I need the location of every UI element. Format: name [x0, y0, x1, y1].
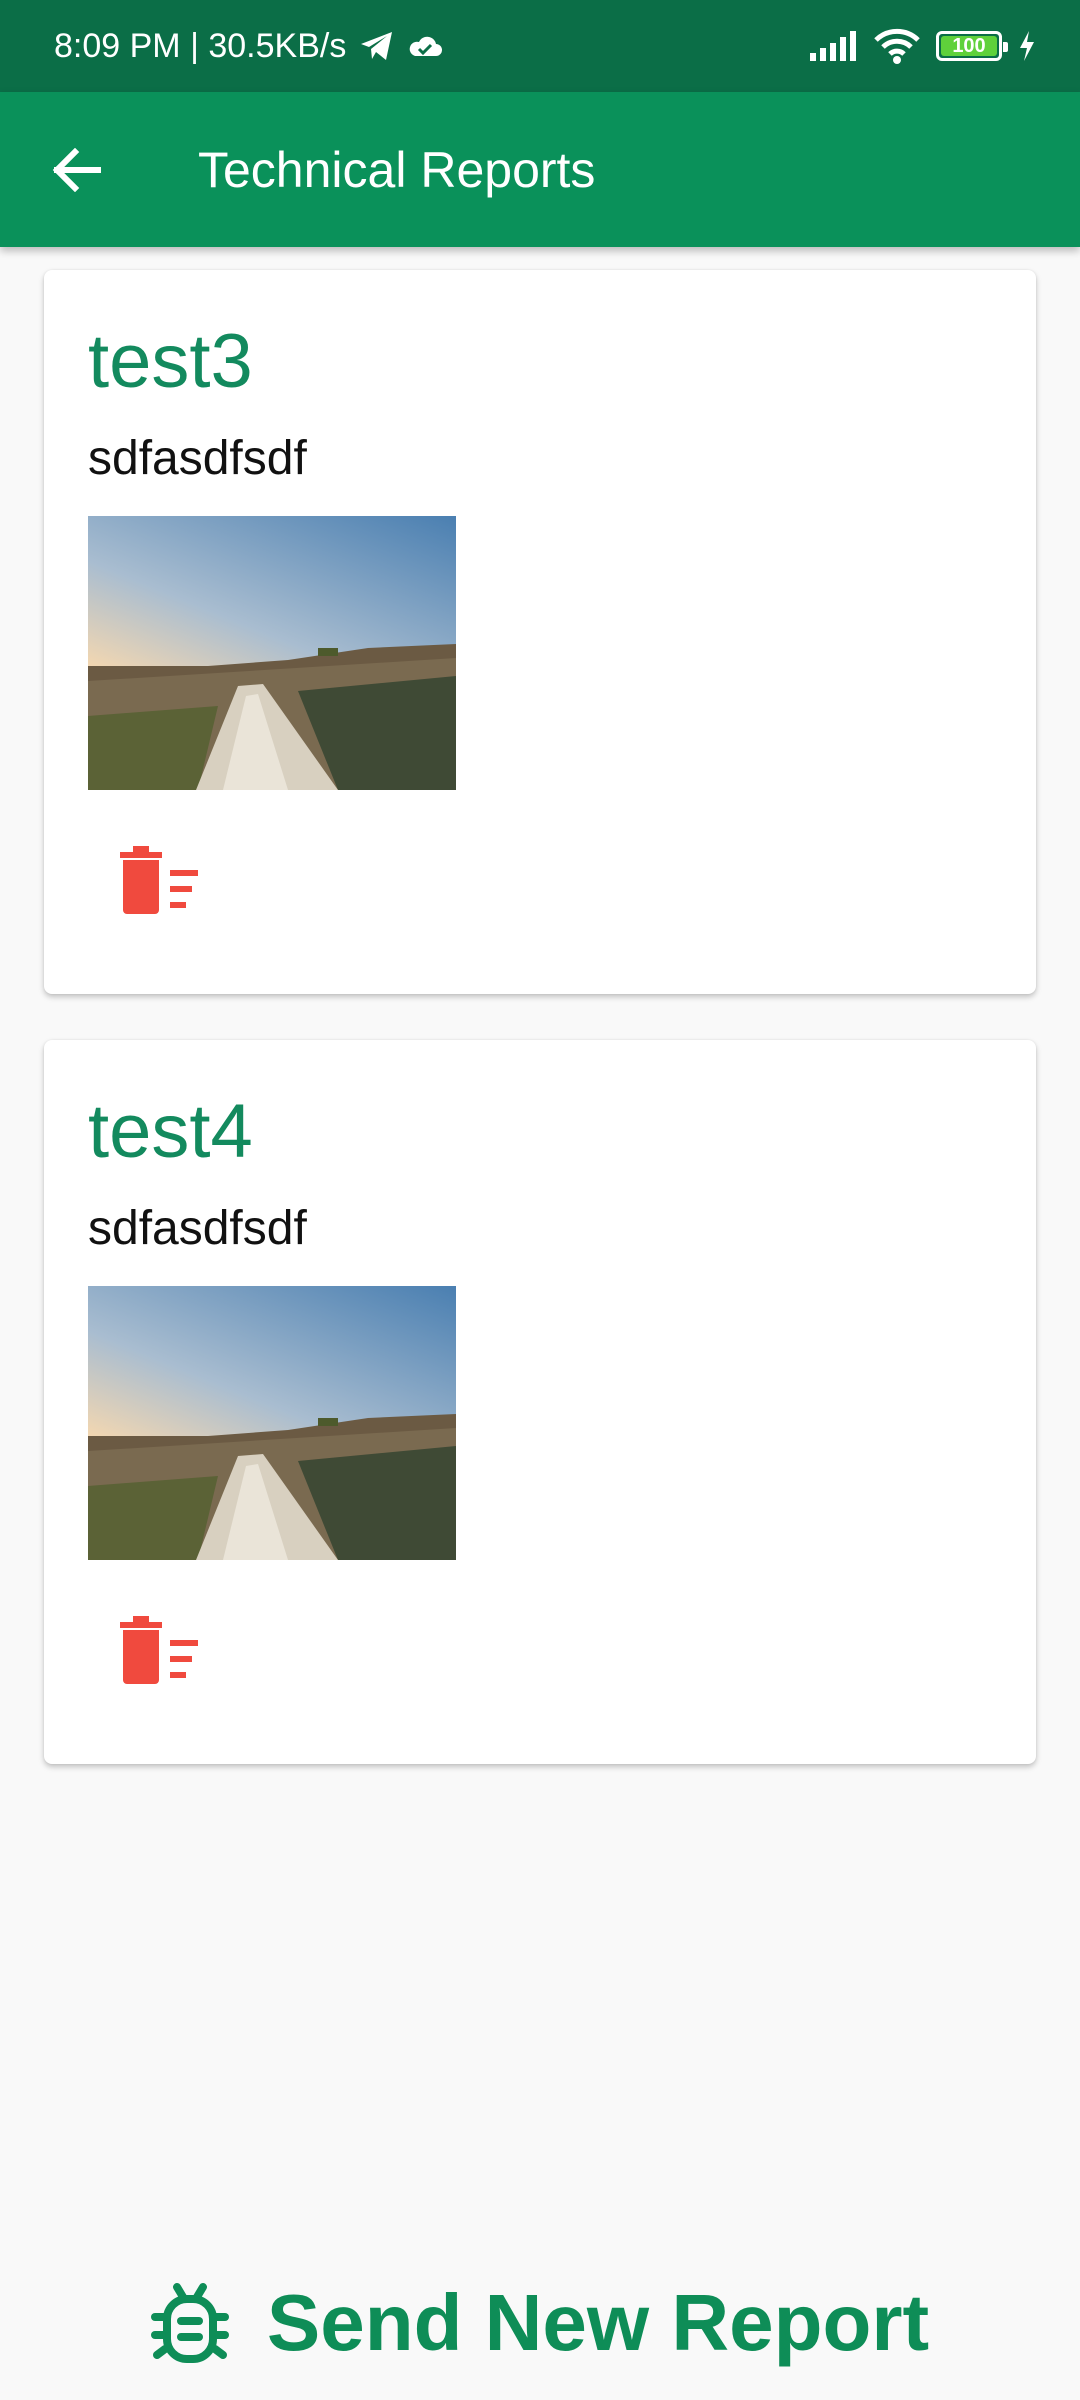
telegram-icon: [361, 32, 393, 60]
report-card[interactable]: test3 sdfasdfsdf: [44, 270, 1036, 994]
status-time-speed: 8:09 PM | 30.5KB/s: [54, 26, 347, 65]
app-bar: Technical Reports: [0, 92, 1080, 247]
report-description: sdfasdfsdf: [88, 432, 307, 485]
signal-icon: [810, 31, 856, 61]
battery-icon: 100: [936, 31, 1008, 61]
arrow-back-icon: [52, 147, 101, 192]
report-image[interactable]: [88, 1286, 456, 1560]
page-title: Technical Reports: [198, 141, 596, 198]
status-bar: 8:09 PM | 30.5KB/s 100: [0, 0, 1080, 92]
send-new-report-label: Send New Report: [266, 2278, 930, 2367]
cloud-icon: [410, 36, 443, 56]
report-description: sdfasdfsdf: [88, 1202, 307, 1255]
charging-icon: [1020, 31, 1034, 61]
report-title: test3: [88, 319, 253, 404]
report-card[interactable]: test4 sdfasdfsdf: [44, 1040, 1036, 1764]
report-title: test4: [88, 1089, 253, 1174]
wifi-icon: [874, 28, 920, 64]
report-image[interactable]: [88, 516, 456, 790]
reports-list: test3 sdfasdfsdf test4 sdfasdfsdf: [44, 270, 1036, 1810]
battery-level: 100: [952, 34, 986, 57]
delete-sweep-icon[interactable]: [116, 1616, 200, 1686]
bug-icon: [150, 2283, 229, 2363]
delete-sweep-icon[interactable]: [116, 846, 200, 916]
back-button[interactable]: [26, 120, 126, 220]
send-new-report-button[interactable]: Send New Report: [0, 2268, 1080, 2378]
